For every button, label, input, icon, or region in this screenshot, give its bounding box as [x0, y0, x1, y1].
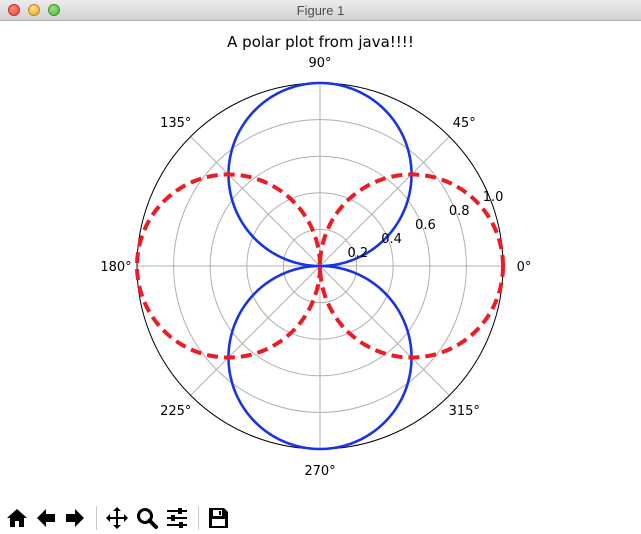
pan-button[interactable]: [104, 505, 130, 531]
toolbar-separator: [198, 506, 199, 530]
r-tick-label: 1.0: [483, 190, 504, 205]
theta-tick-label: 90°: [308, 56, 331, 71]
back-icon: [37, 509, 55, 527]
theta-tick-label: 315°: [449, 404, 480, 419]
pan-icon: [106, 507, 128, 529]
theta-tick-label: 270°: [304, 464, 335, 479]
configure-subplots-button[interactable]: [164, 505, 190, 531]
theta-tick-label: 135°: [160, 116, 191, 131]
theta-gridline: [190, 265, 321, 396]
theta-gridline: [190, 136, 321, 267]
subplots-icon: [167, 508, 187, 528]
theta-gridline: [319, 265, 450, 396]
r-tick-label: 0.6: [415, 218, 436, 233]
r-tick-label: 0.8: [449, 204, 470, 219]
polar-plot[interactable]: 0° 45° 90° 135° 180° 225° 270° 315° 0.2 0.4 0.6 0.8…: [0, 0, 641, 500]
home-icon: [7, 509, 27, 527]
r-tick-label: 0.4: [381, 232, 402, 247]
save-icon: [209, 508, 228, 528]
theta-tick-label: 45°: [453, 116, 476, 131]
zoom-icon: [137, 508, 158, 529]
forward-button[interactable]: [62, 505, 88, 531]
theta-tick-label: 0°: [517, 260, 532, 275]
home-button[interactable]: [4, 505, 30, 531]
r-tick-label: 0.2: [347, 246, 368, 261]
zoom-button[interactable]: [134, 505, 160, 531]
forward-icon: [66, 509, 84, 527]
save-button[interactable]: [205, 505, 231, 531]
toolbar-separator: [96, 506, 97, 530]
theta-tick-label: 225°: [160, 404, 191, 419]
theta-tick-label: 180°: [100, 260, 131, 275]
navigation-toolbar: [0, 502, 641, 534]
back-button[interactable]: [33, 505, 59, 531]
